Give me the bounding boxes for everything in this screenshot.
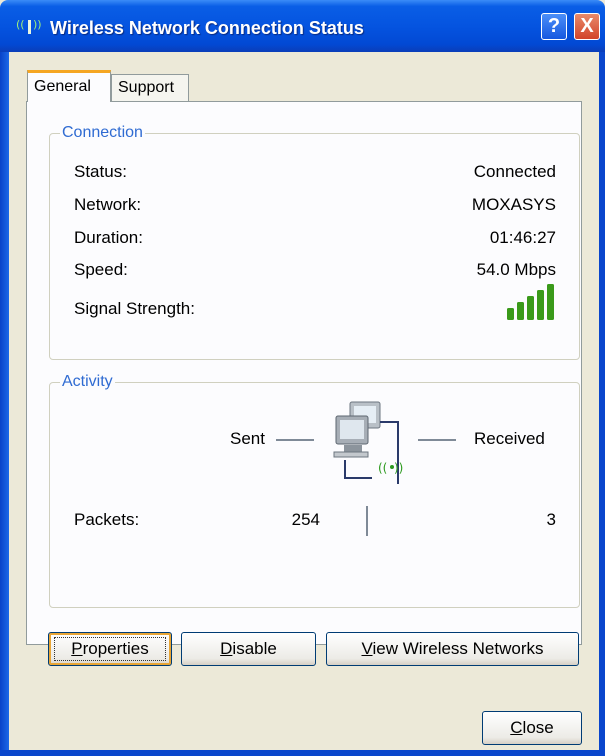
speed-label: Speed: <box>74 260 128 279</box>
network-label: Network: <box>74 195 142 214</box>
window-frame-bottom <box>0 750 605 756</box>
signal-bar <box>537 290 544 320</box>
status-value: Connected <box>473 162 556 181</box>
svg-text:)): )) <box>394 461 403 475</box>
packets-received-value: 3 <box>546 510 556 529</box>
packets-sent-value: 254 <box>291 510 320 529</box>
received-label: Received <box>474 429 545 448</box>
view-label: iew Wireless Networks <box>372 639 544 658</box>
signal-bar <box>507 308 514 320</box>
window-close-button[interactable]: X <box>574 13 600 40</box>
packets-label: Packets: <box>74 510 140 529</box>
network-computers-icon: (( )) <box>333 401 403 484</box>
view-mnemonic: V <box>361 639 373 658</box>
activity-group-label: Activity <box>62 373 113 390</box>
close-button[interactable]: Close <box>482 711 582 745</box>
disable-label: isable <box>232 639 277 658</box>
signal-strength-label: Signal Strength: <box>74 299 195 318</box>
svg-text:((: (( <box>16 18 25 31</box>
window-title: Wireless Network Connection Status <box>50 18 364 38</box>
focus-rectangle <box>54 637 166 661</box>
signal-bar <box>517 302 524 320</box>
view-wireless-networks-button[interactable]: View Wireless Networks <box>326 632 579 666</box>
status-label: Status: <box>74 162 127 181</box>
svg-text:((: (( <box>378 461 387 475</box>
connection-group-label: Connection <box>62 124 143 141</box>
signal-bar <box>527 296 534 320</box>
tab-support[interactable]: Support <box>111 74 189 102</box>
svg-text:)): )) <box>33 18 42 31</box>
help-button[interactable]: ? <box>541 13 567 40</box>
network-value: MOXASYS <box>471 195 556 214</box>
sent-label: Sent <box>230 429 265 448</box>
properties-button[interactable]: Properties <box>48 632 172 666</box>
received-line <box>418 439 456 441</box>
duration-value: 01:46:27 <box>489 228 556 247</box>
activity-group: Activity <box>49 373 580 608</box>
wireless-network-icon: (( )) <box>16 18 42 34</box>
disable-button[interactable]: Disable <box>181 632 316 666</box>
signal-strength-icon <box>507 284 554 320</box>
disable-mnemonic: D <box>220 639 233 658</box>
packets-divider <box>366 506 368 536</box>
window-frame-left <box>0 52 9 756</box>
speed-value: 54.0 Mbps <box>476 260 556 279</box>
signal-bar <box>547 284 554 320</box>
close-label: lose <box>522 718 554 737</box>
window-frame-right <box>599 52 605 756</box>
close-mnemonic: C <box>510 718 523 737</box>
sent-line <box>276 439 314 441</box>
duration-label: Duration: <box>74 228 143 247</box>
tab-general[interactable]: General <box>27 70 111 102</box>
title-bar: (( )) Wireless Network Connection Status… <box>0 0 605 52</box>
